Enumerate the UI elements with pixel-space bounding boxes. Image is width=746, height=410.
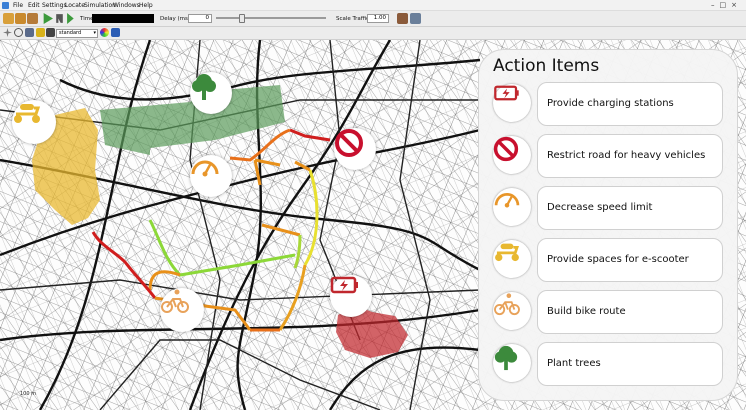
- chevron-down-icon: ▾: [93, 30, 96, 36]
- action-item-label[interactable]: Provide charging stations: [537, 82, 723, 126]
- panel-title: Action Items: [493, 56, 600, 76]
- app-window: File Edit Settings Locate Simulation Win…: [0, 0, 746, 410]
- menu-bar: File Edit Settings Locate Simulation Win…: [0, 0, 746, 11]
- no-entry-icon: [493, 136, 531, 174]
- breakpoint-icon[interactable]: [397, 13, 408, 24]
- scooter-icon: [493, 240, 531, 278]
- battery-charging-icon: [493, 84, 531, 122]
- action-items-panel: Action Items Provide charging stations R…: [478, 49, 738, 401]
- speedometer-icon: [493, 188, 531, 226]
- select-icon[interactable]: [46, 28, 55, 37]
- close-network-icon[interactable]: [27, 13, 38, 24]
- action-item-label[interactable]: Build bike route: [537, 290, 723, 334]
- action-item-trees[interactable]: Plant trees: [493, 342, 725, 386]
- action-item-charging[interactable]: Provide charging stations: [493, 82, 725, 126]
- menu-help[interactable]: Help: [139, 1, 153, 10]
- hand-icon[interactable]: [36, 28, 45, 37]
- menu-windows[interactable]: Windows: [113, 1, 140, 10]
- no-entry-icon[interactable]: [334, 128, 376, 170]
- color-scheme-value: standard: [59, 30, 82, 36]
- color-scheme-select[interactable]: standard ▾: [56, 29, 98, 38]
- action-item-scooter[interactable]: Provide spaces for e-scooter: [493, 238, 725, 282]
- action-item-label[interactable]: Provide spaces for e-scooter: [537, 238, 723, 282]
- viewport-icon[interactable]: [25, 28, 34, 37]
- run-icon[interactable]: [43, 13, 53, 24]
- app-icon: [2, 2, 9, 9]
- action-item-label[interactable]: Decrease speed limit: [537, 186, 723, 230]
- bicycle-icon: [493, 292, 531, 330]
- search-icon[interactable]: [14, 28, 23, 37]
- view-toolbar: standard ▾: [0, 27, 746, 40]
- pause-icon[interactable]: [56, 14, 63, 23]
- simulation-toolbar: Time: Delay (ms): 0 Scale Traffic: 1.00: [0, 11, 746, 27]
- delay-slider-track[interactable]: [216, 17, 326, 19]
- speedometer-icon[interactable]: [190, 155, 232, 197]
- menu-file[interactable]: File: [13, 1, 23, 10]
- menu-simulation[interactable]: Simulation: [84, 1, 116, 10]
- 3d-view-icon[interactable]: [111, 28, 120, 37]
- menu-locate[interactable]: Locate: [65, 1, 85, 10]
- recenter-icon[interactable]: [3, 28, 12, 37]
- color-wheel-icon[interactable]: [100, 28, 109, 37]
- open-icon[interactable]: [3, 13, 14, 24]
- window-controls[interactable]: –□×: [711, 1, 742, 9]
- step-icon[interactable]: [67, 13, 74, 24]
- action-item-label[interactable]: Restrict road for heavy vehicles: [537, 134, 723, 178]
- delay-slider-thumb[interactable]: [239, 14, 245, 23]
- scale-traffic-input[interactable]: 1.00: [367, 14, 389, 23]
- reload-icon[interactable]: [15, 13, 26, 24]
- bicycle-icon[interactable]: [160, 288, 204, 332]
- map-scale-label: 100 m: [20, 391, 37, 397]
- menu-edit[interactable]: Edit: [28, 1, 40, 10]
- tree-icon[interactable]: [190, 72, 232, 114]
- action-item-restrict[interactable]: Restrict road for heavy vehicles: [493, 134, 725, 178]
- action-item-label[interactable]: Plant trees: [537, 342, 723, 386]
- battery-charging-icon[interactable]: [330, 275, 372, 317]
- network-map[interactable]: 100 m Action Items Provide charging stat…: [0, 40, 746, 410]
- scooter-icon[interactable]: [12, 100, 56, 144]
- tree-icon: [493, 344, 531, 382]
- scale-traffic-label: Scale Traffic:: [336, 16, 371, 22]
- action-item-speed[interactable]: Decrease speed limit: [493, 186, 725, 230]
- screenshot-icon[interactable]: [410, 13, 421, 24]
- delay-input[interactable]: 0: [188, 14, 212, 23]
- time-display: [92, 14, 154, 23]
- menu-settings[interactable]: Settings: [42, 1, 67, 10]
- action-item-bike[interactable]: Build bike route: [493, 290, 725, 334]
